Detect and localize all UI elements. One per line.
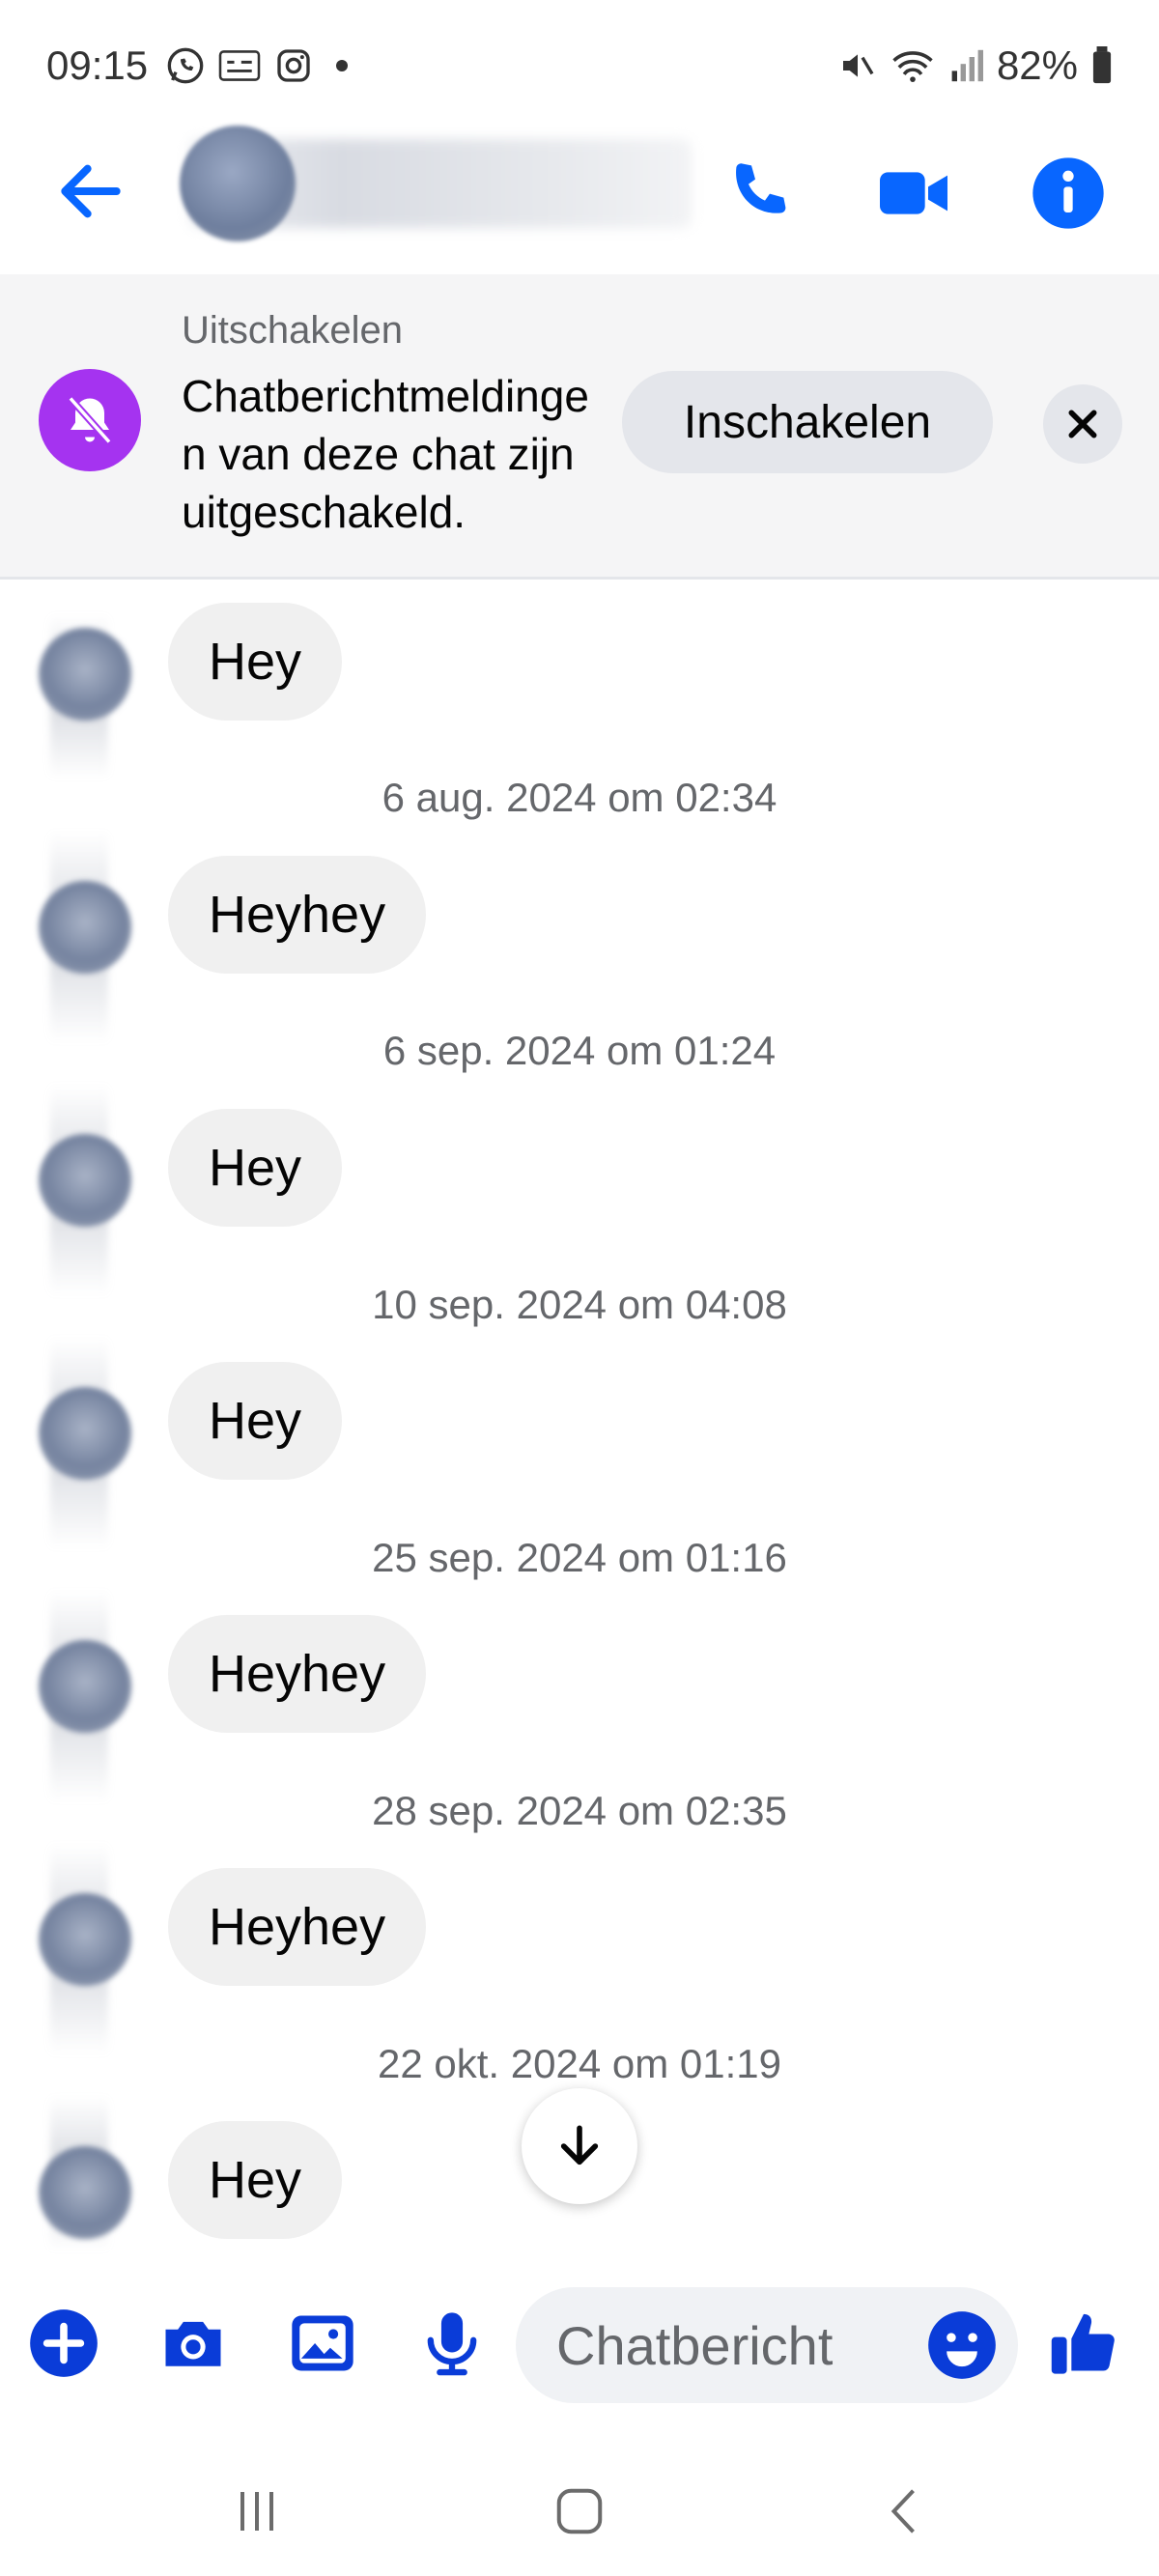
gallery-icon (292, 2315, 353, 2371)
recents-button[interactable] (218, 2473, 296, 2550)
instagram-icon (277, 49, 310, 82)
system-back-button[interactable] (867, 2473, 945, 2550)
message-timestamp: 10 sep. 2024 om 04:08 (372, 1282, 787, 1327)
banner-title: Uitschakelen (182, 309, 404, 352)
voice-message-button[interactable] (413, 2305, 491, 2382)
sender-avatar[interactable] (39, 1640, 131, 1733)
phone-icon (736, 163, 786, 213)
message-timestamp: 6 aug. 2024 om 02:34 (382, 775, 777, 820)
message-composer (0, 2270, 1159, 2415)
video-camera-icon (880, 172, 947, 214)
sender-avatar[interactable] (39, 1134, 131, 1227)
system-navigation-bar (0, 2444, 1159, 2576)
info-button[interactable] (1030, 155, 1107, 232)
camera-icon (165, 2321, 221, 2366)
arrow-down-icon (560, 2125, 599, 2166)
sender-avatar[interactable] (39, 628, 131, 721)
message-timestamp: 6 sep. 2024 om 01:24 (382, 1028, 777, 1073)
mute-banner: Uitschakelen Chatberichtmeldingen van de… (0, 274, 1159, 580)
message-bubble[interactable]: Heyhey (168, 1615, 427, 1733)
back-icon (890, 2489, 915, 2534)
gallery-button[interactable] (284, 2305, 361, 2382)
recents-icon (240, 2492, 273, 2531)
emoji-button[interactable] (925, 2308, 999, 2382)
message-bubble[interactable]: Hey (168, 603, 343, 721)
close-icon (1068, 410, 1097, 439)
info-icon (1032, 157, 1104, 229)
home-icon (556, 2488, 603, 2534)
status-time: 09:15 (46, 42, 149, 88)
mute-icon (842, 54, 874, 77)
message-timestamp: 22 okt. 2024 om 01:19 (378, 2041, 781, 2086)
status-bar: 09:15 82% (0, 0, 1159, 135)
camera-button[interactable] (155, 2305, 232, 2382)
emoji-icon (928, 2311, 996, 2379)
status-right: 82% (838, 42, 1113, 89)
more-actions-button[interactable] (25, 2305, 102, 2382)
banner-message: Chatberichtmeldingen van deze chat zijn … (182, 371, 589, 537)
dismiss-banner-button[interactable] (1043, 384, 1122, 464)
bell-off-icon (68, 396, 112, 444)
message-timestamp: 25 sep. 2024 om 01:16 (372, 1535, 787, 1580)
message-bubble[interactable]: Hey (168, 2121, 343, 2239)
voice-call-button[interactable] (721, 155, 798, 232)
chat-header (0, 126, 1159, 270)
message-bubble[interactable]: Hey (168, 1362, 343, 1480)
muted-bell-badge (39, 369, 141, 471)
thumbs-up-icon (1051, 2313, 1115, 2374)
enable-notifications-button[interactable]: Inschakelen (622, 371, 993, 473)
scroll-to-bottom-button[interactable] (522, 2088, 637, 2204)
message-bubble[interactable]: Heyhey (168, 856, 427, 974)
message-timestamp: 28 sep. 2024 om 02:35 (372, 1788, 787, 1833)
home-button[interactable] (541, 2473, 618, 2550)
temu-icon (218, 50, 261, 81)
sender-avatar[interactable] (39, 1893, 131, 1986)
like-button[interactable] (1045, 2305, 1122, 2382)
more-notifications-dot (336, 60, 348, 71)
battery-icon (1092, 46, 1112, 84)
sender-avatar[interactable] (39, 881, 131, 974)
signal-icon (951, 49, 983, 82)
sender-avatar[interactable] (39, 1387, 131, 1480)
back-button[interactable] (52, 153, 129, 230)
microphone-icon (427, 2312, 477, 2376)
video-call-button[interactable] (875, 155, 952, 232)
message-bubble[interactable]: Hey (168, 1109, 343, 1227)
wifi-icon (892, 51, 933, 82)
sender-avatar[interactable] (39, 2146, 131, 2239)
plus-icon (30, 2309, 98, 2377)
whatsapp-icon (167, 47, 204, 84)
battery-percent: 82% (996, 42, 1078, 88)
back-arrow-icon (61, 164, 121, 218)
message-bubble[interactable]: Heyhey (168, 1868, 427, 1986)
contact-avatar[interactable] (180, 126, 296, 241)
notification-icons (166, 46, 348, 85)
